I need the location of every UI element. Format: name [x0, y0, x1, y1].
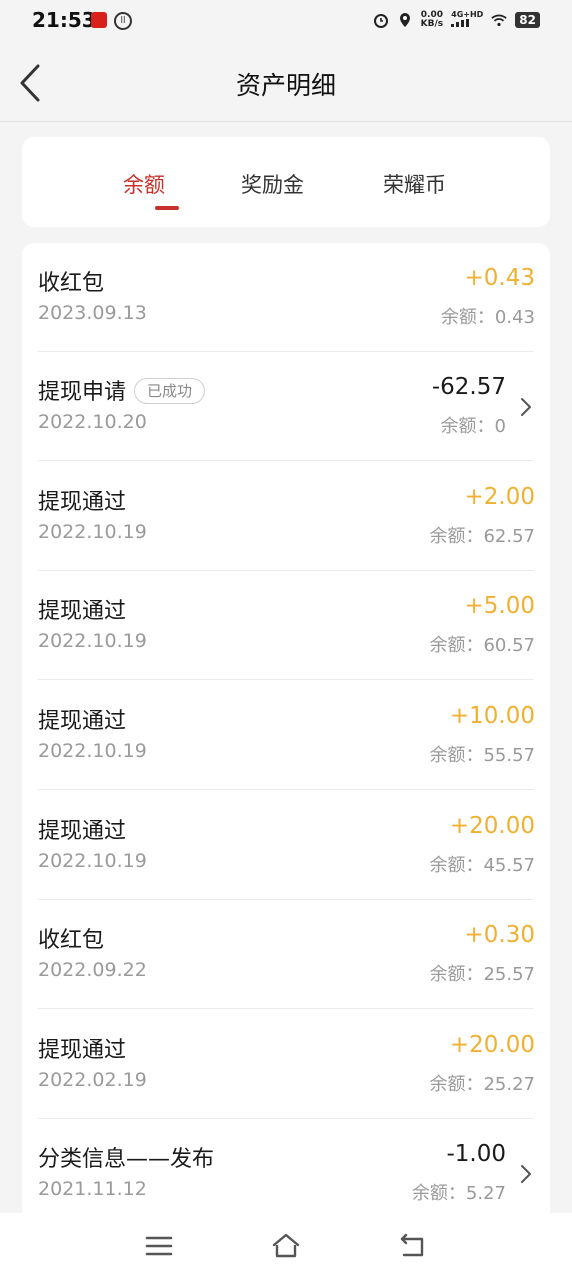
transaction-balance: 余额：25.27	[429, 1074, 535, 1095]
transaction-balance: 余额：45.57	[429, 855, 535, 876]
transaction-amount: +5.00	[464, 593, 535, 619]
transaction-title: 提现通过	[38, 490, 127, 515]
tab-bar: 余额 奖励金 荣耀币	[22, 137, 550, 227]
transaction-title: 收红包	[38, 928, 105, 953]
back-icon[interactable]	[398, 1231, 428, 1261]
navigation-bar: 资产明细	[0, 44, 572, 121]
battery-icon: 82	[515, 12, 540, 28]
transaction-date: 2022.10.19	[38, 630, 147, 652]
transaction-list: 收红包 2023.09.13 +0.43 余额：0.43 提现申请 已成功 202…	[22, 243, 550, 1213]
status-time: 21:53	[32, 8, 96, 32]
active-tab-indicator	[155, 206, 179, 210]
transaction-title: 提现通过	[38, 599, 127, 624]
list-item[interactable]: 提现通过 2022.10.19 +20.00 余额：45.57	[22, 791, 550, 900]
wifi-icon	[491, 12, 508, 28]
transaction-balance: 余额：25.57	[429, 964, 535, 985]
list-item[interactable]: 收红包 2023.09.13 +0.43 余额：0.43	[22, 243, 550, 352]
transaction-date: 2022.09.22	[38, 959, 147, 981]
network-speed: 0.00 KB/s	[421, 11, 443, 29]
chevron-right-icon[interactable]	[519, 396, 533, 418]
tab-balance[interactable]: 余额	[123, 169, 165, 199]
transaction-title: 提现通过	[38, 709, 127, 734]
transaction-balance: 余额：60.57	[429, 635, 535, 656]
network-label: 4G+HD	[451, 10, 484, 19]
transaction-balance: 余额：5.27	[411, 1183, 506, 1204]
alarm-icon	[373, 12, 389, 28]
app-notification-icon	[91, 12, 107, 28]
location-icon	[397, 12, 413, 28]
transaction-date: 2022.10.19	[38, 740, 147, 762]
transaction-amount: -1.00	[446, 1141, 506, 1167]
speed-unit: KB/s	[420, 19, 444, 29]
page-title: 资产明细	[235, 71, 336, 100]
divider	[38, 789, 534, 790]
list-item[interactable]: 收红包 2022.09.22 +0.30 余额：25.57	[22, 900, 550, 1009]
status-badge: 已成功	[134, 378, 206, 404]
transaction-balance: 余额：0	[440, 416, 506, 437]
tab-reward[interactable]: 奖励金	[241, 169, 304, 199]
transaction-amount: +0.43	[464, 265, 535, 291]
divider	[38, 1008, 534, 1009]
transaction-title: 收红包	[38, 271, 105, 296]
divider	[38, 679, 534, 680]
transaction-title-wrap: 提现申请 已成功	[38, 374, 206, 406]
transaction-date: 2021.11.12	[38, 1178, 147, 1200]
home-icon[interactable]	[271, 1231, 301, 1261]
transaction-amount: -62.57	[431, 374, 506, 400]
chevron-right-icon[interactable]	[519, 1163, 533, 1185]
transaction-amount: +20.00	[449, 813, 535, 839]
list-item[interactable]: 分类信息——发布 2021.11.12 -1.00 余额：5.27	[22, 1119, 550, 1213]
transaction-date: 2023.09.13	[38, 302, 147, 324]
transaction-title: 提现申请	[38, 380, 127, 405]
transaction-date: 2022.10.20	[38, 411, 147, 433]
transaction-title: 提现通过	[38, 819, 127, 844]
list-item[interactable]: 提现通过 2022.10.19 +5.00 余额：60.57	[22, 571, 550, 680]
header-divider	[0, 121, 572, 122]
transaction-balance: 余额：55.57	[429, 745, 535, 766]
transaction-amount: +10.00	[449, 703, 535, 729]
transaction-title: 提现通过	[38, 1038, 127, 1063]
transaction-title: 分类信息——发布	[38, 1147, 215, 1172]
transaction-balance: 余额：62.57	[429, 526, 535, 547]
transaction-amount: +20.00	[449, 1032, 535, 1058]
transaction-date: 2022.10.19	[38, 521, 147, 543]
signal-icon	[451, 19, 470, 27]
network-type: 4G+HD	[451, 11, 483, 29]
list-item[interactable]: 提现申请 已成功 2022.10.20 -62.57 余额：0	[22, 352, 550, 461]
list-item[interactable]: 提现通过 2022.10.19 +10.00 余额：55.57	[22, 681, 550, 790]
ll-icon: ll	[114, 12, 132, 30]
transaction-date: 2022.10.19	[38, 850, 147, 872]
transaction-amount: +0.30	[464, 922, 535, 948]
divider	[38, 460, 534, 461]
list-item[interactable]: 提现通过 2022.10.19 +2.00 余额：62.57	[22, 462, 550, 571]
status-icons: 0.00 KB/s 4G+HD 82	[373, 11, 540, 29]
transaction-balance: 余额：0.43	[440, 307, 535, 328]
transaction-date: 2022.02.19	[38, 1069, 147, 1091]
list-item[interactable]: 提现通过 2022.02.19 +20.00 余额：25.27	[22, 1010, 550, 1119]
tab-honor-coin[interactable]: 荣耀币	[383, 169, 446, 199]
menu-icon[interactable]	[144, 1231, 174, 1261]
system-navigation-bar	[0, 1213, 572, 1280]
status-bar: 21:53 ll 0.00 KB/s 4G+HD 82	[0, 0, 572, 44]
transaction-amount: +2.00	[464, 484, 535, 510]
